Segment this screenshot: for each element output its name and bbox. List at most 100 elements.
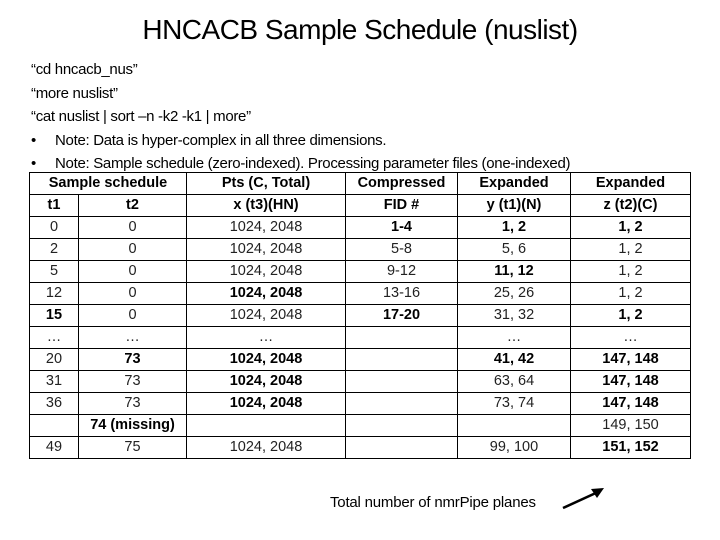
header-y-t1: y (t1)(N) [457,194,571,217]
cell-t1: 49 [29,436,79,459]
cell-t2: 0 [78,260,187,283]
cell-z: 1, 2 [570,260,691,283]
cell-t2: 0 [78,216,187,239]
header-compressed: Compressed [345,172,458,195]
header-expanded-z: Expanded [570,172,691,195]
table-row: …………… [29,326,691,349]
command-line-sort: “cat nuslist | sort –n -k2 -k1 | more” [31,108,251,125]
cell-fid: 1-4 [345,216,458,239]
cell-fid: 5-8 [345,238,458,261]
cell-y: 31, 32 [457,304,571,327]
cell-t1: 2 [29,238,79,261]
cell-z: 1, 2 [570,282,691,305]
cell-y [457,414,571,437]
cell-pts: 1024, 2048 [186,260,346,283]
header-expanded-y: Expanded [457,172,571,195]
cell-pts: 1024, 2048 [186,282,346,305]
note-text: Note: Data is hyper-complex in all three… [55,131,387,149]
table-row: 31 73 1024, 2048 63, 64 147, 148 [29,370,691,393]
cell-y: … [457,326,571,349]
cell-y: 63, 64 [457,370,571,393]
cell-fid: 17-20 [345,304,458,327]
cell-pts: … [186,326,346,349]
cell-t2: 0 [78,282,187,305]
cell-pts: 1024, 2048 [186,348,346,371]
table-row: 49 75 1024, 2048 99, 100 151, 152 [29,436,691,459]
command-line-more: “more nuslist” [31,84,118,102]
table-header-row: Sample schedule Pts (C, Total) Compresse… [29,172,691,195]
cell-t2: 74 (missing) [78,414,187,437]
cell-z: 1, 2 [570,216,691,239]
note-text: Note: Sample schedule (zero-indexed). Pr… [55,155,571,172]
cell-pts: 1024, 2048 [186,216,346,239]
table-row: 36 73 1024, 2048 73, 74 147, 148 [29,392,691,415]
cell-t1 [29,414,79,437]
cell-pts [186,414,346,437]
cell-y: 11, 12 [457,260,571,283]
cell-t1: 0 [29,216,79,239]
cell-y: 5, 6 [457,238,571,261]
cell-t1: 12 [29,282,79,305]
slide-title: HNCACB Sample Schedule (nuslist) [142,14,578,45]
table-row: 0 0 1024, 2048 1-4 1, 2 1, 2 [29,216,691,239]
cell-t1: 5 [29,260,79,283]
cell-fid [345,348,458,371]
bullet-icon: • [31,131,36,149]
command-line-cd: “cd hncacb_nus” [31,61,138,78]
cell-z: 147, 148 [570,392,691,415]
cell-t1: 31 [29,370,79,393]
header-x-t3: x (t3)(HN) [186,194,346,217]
cell-pts: 1024, 2048 [186,370,346,393]
cell-fid: 13-16 [345,282,458,305]
cell-t1: 36 [29,392,79,415]
cell-t1: … [29,326,79,349]
cell-t2: 0 [78,304,187,327]
footnote-nmrpipe-planes: Total number of nmrPipe planes [330,494,536,511]
table-row: 12 0 1024, 2048 13-16 25, 26 1, 2 [29,282,691,305]
cell-pts: 1024, 2048 [186,436,346,459]
cell-fid: 9-12 [345,260,458,283]
cell-pts: 1024, 2048 [186,238,346,261]
table-row: 20 73 1024, 2048 41, 42 147, 148 [29,348,691,371]
cell-fid [345,370,458,393]
arrow-up-right-icon [562,488,604,510]
cell-y: 25, 26 [457,282,571,305]
command-notes: “cd hncacb_nus” “more nuslist” “cat nusl… [31,58,571,176]
cell-z: 147, 148 [570,348,691,371]
cell-t1: 20 [29,348,79,371]
cell-z: 149, 150 [570,414,691,437]
cell-fid [345,326,458,349]
header-sample-schedule: Sample schedule [29,172,187,195]
cell-pts: 1024, 2048 [186,304,346,327]
cell-t2: 0 [78,238,187,261]
header-z-t2: z (t2)(C) [570,194,691,217]
cell-pts: 1024, 2048 [186,392,346,415]
cell-z: … [570,326,691,349]
table-row: 2 0 1024, 2048 5-8 5, 6 1, 2 [29,238,691,261]
cell-t2: 73 [78,348,187,371]
cell-fid [345,414,458,437]
cell-t1: 15 [29,304,79,327]
cell-y: 41, 42 [457,348,571,371]
cell-fid [345,436,458,459]
header-pts: Pts (C, Total) [186,172,346,195]
header-t1: t1 [29,194,79,217]
header-fid: FID # [345,194,458,217]
table-row: 15 0 1024, 2048 17-20 31, 32 1, 2 [29,304,691,327]
table-row: 74 (missing) 149, 150 [29,414,691,437]
cell-t2: 73 [78,392,187,415]
cell-fid [345,392,458,415]
cell-z: 151, 152 [570,436,691,459]
cell-y: 99, 100 [457,436,571,459]
note-hypercomplex: • Note: Data is hyper-complex in all thr… [31,129,570,153]
cell-z: 1, 2 [570,304,691,327]
cell-y: 73, 74 [457,392,571,415]
sample-schedule-table: Sample schedule Pts (C, Total) Compresse… [29,172,691,459]
cell-t2: 73 [78,370,187,393]
cell-z: 147, 148 [570,370,691,393]
cell-t2: 75 [78,436,187,459]
table-row: 5 0 1024, 2048 9-12 11, 12 1, 2 [29,260,691,283]
cell-y: 1, 2 [457,216,571,239]
table-subheader-row: t1 t2 x (t3)(HN) FID # y (t1)(N) z (t2)(… [29,194,691,217]
header-t2: t2 [78,194,187,217]
